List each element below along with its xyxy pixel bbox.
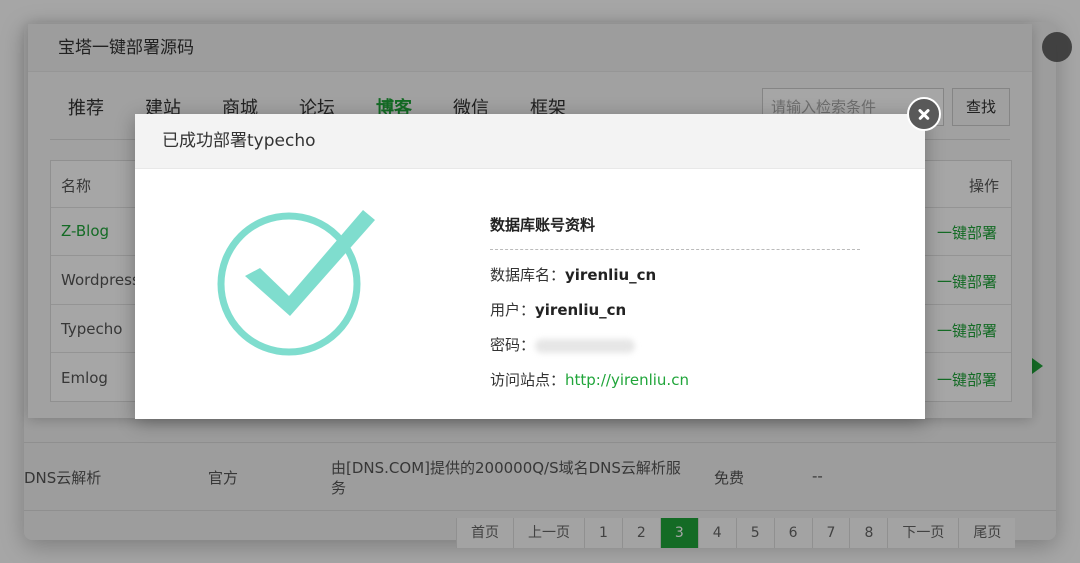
user-value: yirenliu_cn bbox=[535, 301, 627, 319]
user-line: 用户：yirenliu_cn bbox=[490, 299, 860, 320]
site-line: 访问站点：http://yirenliu.cn bbox=[490, 369, 860, 390]
database-info: 数据库账号资料 数据库名：yirenliu_cn 用户：yirenliu_cn … bbox=[490, 214, 860, 390]
success-dialog: 已成功部署typecho 数据库账号资料 数据库名：yirenliu_cn 用户… bbox=[135, 97, 941, 419]
site-label: 访问站点： bbox=[490, 371, 566, 389]
site-link[interactable]: http://yirenliu.cn bbox=[565, 371, 689, 389]
user-label: 用户： bbox=[490, 301, 536, 319]
info-title: 数据库账号资料 bbox=[490, 214, 860, 250]
db-name-value: yirenliu_cn bbox=[565, 266, 657, 284]
db-name-label: 数据库名： bbox=[490, 266, 566, 284]
close-icon[interactable] bbox=[907, 97, 941, 131]
password-blurred bbox=[535, 338, 636, 353]
db-name-line: 数据库名：yirenliu_cn bbox=[490, 264, 860, 285]
password-label: 密码： bbox=[490, 336, 536, 354]
success-dialog-title: 已成功部署typecho bbox=[135, 114, 925, 169]
password-line: 密码： bbox=[490, 334, 860, 355]
check-circle-icon bbox=[217, 210, 375, 356]
